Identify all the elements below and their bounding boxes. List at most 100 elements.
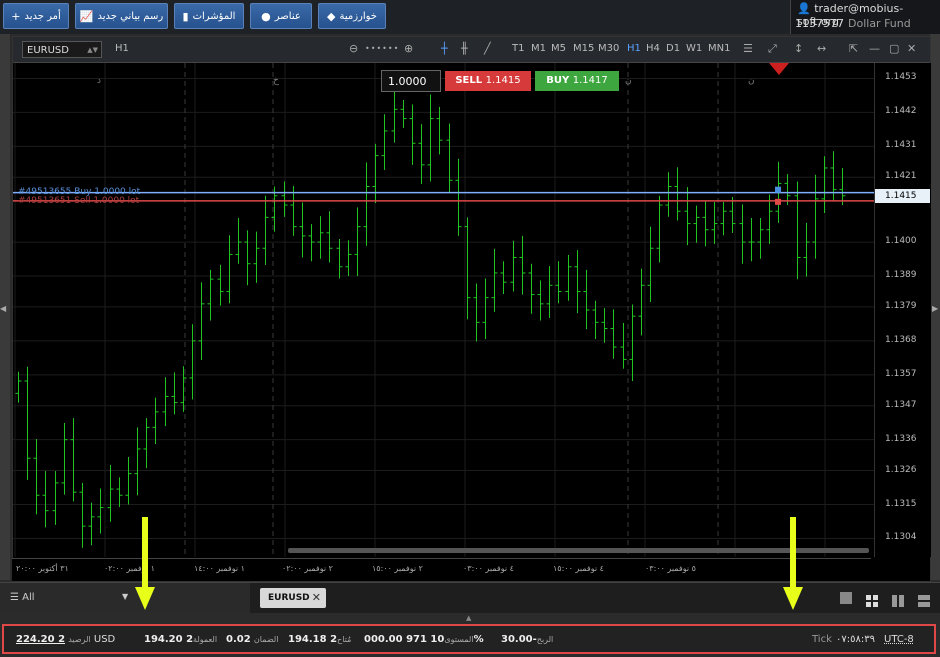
tab-eurusd[interactable]: EURUSD ✕ xyxy=(260,588,326,608)
price-bar xyxy=(171,372,178,415)
candle-chart-type-icon[interactable]: ╫ xyxy=(461,42,468,55)
time-tick: ٢ نوفمبر ١٥:٠٠ xyxy=(372,564,423,573)
layout-single-icon[interactable] xyxy=(840,592,852,604)
price-tick: 1.1315 xyxy=(885,498,917,509)
time-tick: ٣١ أكتوبر ٢٠:٠٠ xyxy=(16,564,69,573)
bars-icon: ▮ xyxy=(182,9,189,23)
price-bar xyxy=(336,238,343,279)
price-tick: 1.1442 xyxy=(885,106,917,117)
new-order-button[interactable]: + أمر جديد xyxy=(3,3,69,29)
timeframe-m1[interactable]: M1 xyxy=(531,43,546,54)
elements-button[interactable]: ● عناصر xyxy=(250,3,312,29)
price-bar xyxy=(97,488,104,534)
timeframe-w1[interactable]: W1 xyxy=(686,43,702,54)
new-chart-button[interactable]: 📈 رسم بياني جديد xyxy=(75,3,168,29)
timeframe-h4[interactable]: H4 xyxy=(646,43,660,54)
timeframe-t1[interactable]: T1 xyxy=(512,43,524,54)
line-chart-type-icon[interactable]: ╱ xyxy=(484,42,491,55)
price-bar xyxy=(299,202,306,258)
quantity-input[interactable]: 1.0000 xyxy=(381,70,441,92)
chart-scrollbar[interactable] xyxy=(288,548,869,553)
close-tab-icon[interactable]: ✕ xyxy=(312,588,321,608)
price-bar xyxy=(253,231,260,283)
price-bar xyxy=(52,471,59,525)
layout-rows-icon[interactable] xyxy=(918,592,930,607)
maximize-icon[interactable]: ▢ xyxy=(889,42,899,55)
zoom-in-icon[interactable]: ⊕ xyxy=(404,42,413,55)
price-bar xyxy=(107,464,114,522)
price-bar xyxy=(61,423,68,495)
timeframe-d1[interactable]: D1 xyxy=(666,43,680,54)
layout-columns-icon[interactable] xyxy=(892,592,904,607)
timezone-select[interactable]: UTC-8 xyxy=(884,634,914,645)
timeframe-m30[interactable]: M30 xyxy=(598,43,619,54)
price-tick: 1.1357 xyxy=(885,368,917,379)
indicators-menu-icon[interactable]: ☰ xyxy=(743,42,753,55)
horizontal-line-icon[interactable]: ↔ xyxy=(817,42,826,55)
current-price-tag: 1.1415 xyxy=(875,188,930,203)
layout-grid-icon[interactable] xyxy=(866,592,878,607)
indicators-button[interactable]: ▮ المؤشرات xyxy=(174,3,244,29)
price-tick: 1.1379 xyxy=(885,300,917,311)
price-bar xyxy=(317,216,324,259)
buy-button[interactable]: BUY 1.1417 xyxy=(535,71,619,91)
annotation-arrow-right xyxy=(783,517,803,610)
minimize-icon[interactable]: — xyxy=(869,42,880,55)
left-panel-toggle[interactable]: ◀ xyxy=(0,34,10,580)
price-bar xyxy=(583,269,590,330)
price-bar xyxy=(226,235,233,304)
close-icon[interactable]: ✕ xyxy=(907,42,916,55)
price-tick: 1.1421 xyxy=(885,171,917,182)
algorithm-button[interactable]: ◆ خوارزمية xyxy=(318,3,386,29)
zoom-slider[interactable]: •••••• xyxy=(365,44,399,53)
price-bar xyxy=(381,114,388,170)
user-icon: 👤 xyxy=(797,2,811,15)
price-bar xyxy=(363,162,370,246)
price-bar xyxy=(647,226,654,302)
server-time: ٠٧:٥٨:٣٩ xyxy=(836,634,875,645)
price-tick: 1.1304 xyxy=(885,532,917,543)
detach-icon[interactable]: ⇱ xyxy=(849,42,858,55)
sell-button[interactable]: SELL 1.1415 xyxy=(445,71,531,91)
price-bar xyxy=(473,283,480,342)
vertical-line-icon[interactable]: ↕ xyxy=(794,42,803,55)
filter-select[interactable]: ☰ All ▼ xyxy=(10,592,128,603)
price-bar xyxy=(400,100,407,128)
draw-trend-icon[interactable]: ⤢ xyxy=(768,42,777,56)
price-bar xyxy=(610,309,617,359)
top-toolbar: + أمر جديد 📈 رسم بياني جديد ▮ المؤشرات ● عنا… xyxy=(0,0,940,34)
price-bar xyxy=(839,167,846,206)
price-plot[interactable]: دخنن xyxy=(13,63,874,582)
bar-chart-type-icon[interactable]: ┼ xyxy=(441,42,448,55)
period-letter: خ xyxy=(273,76,279,86)
price-bar xyxy=(244,230,251,286)
timeframe-h1[interactable]: H1 xyxy=(627,43,641,54)
price-tick: 1.1453 xyxy=(885,72,917,83)
price-bar xyxy=(674,167,681,221)
price-bar xyxy=(418,124,425,185)
price-tick: 1.1431 xyxy=(885,140,917,151)
panel-expand-icon[interactable]: ▲ xyxy=(466,614,471,622)
symbol-select[interactable]: EURUSD ▲▼ xyxy=(22,41,102,58)
timeframe-m15[interactable]: M15 xyxy=(573,43,594,54)
account-panel[interactable]: 👤 trader@mobius-soft.org 1137577 Dollar F… xyxy=(790,0,940,34)
timeframe-mn1[interactable]: MN1 xyxy=(708,43,730,54)
price-bar xyxy=(821,156,828,214)
price-bar xyxy=(409,104,416,165)
timeframe-m5[interactable]: M5 xyxy=(551,43,566,54)
price-tick: 1.1336 xyxy=(885,433,917,444)
sell-order-label[interactable]: #49513651 Sell 1.0000 lot xyxy=(18,196,139,206)
zoom-out-icon[interactable]: ⊖ xyxy=(349,42,358,55)
price-alert-icon xyxy=(769,63,789,75)
price-bar xyxy=(217,264,224,306)
chevron-left-icon: ◀ xyxy=(0,304,7,313)
price-bar xyxy=(70,418,77,502)
price-tick: 1.1326 xyxy=(885,464,917,475)
price-bar xyxy=(629,304,636,382)
price-bar xyxy=(500,261,507,294)
price-axis[interactable]: 1.1453 1.1442 1.1431 1.1421 1.1400 1.1389 1.13… xyxy=(874,63,931,557)
tick-mode[interactable]: Tick xyxy=(812,634,832,645)
right-panel-toggle[interactable]: ▶ xyxy=(930,34,940,580)
chart-window: EURUSD ▲▼ H1 ⊖ •••••• ⊕ ┼ ╫ ╱ T1 M1 M5 M15 M3… xyxy=(12,36,931,582)
time-tick: ٢ نوفمبر ٠٢:٠٠ xyxy=(282,564,333,573)
